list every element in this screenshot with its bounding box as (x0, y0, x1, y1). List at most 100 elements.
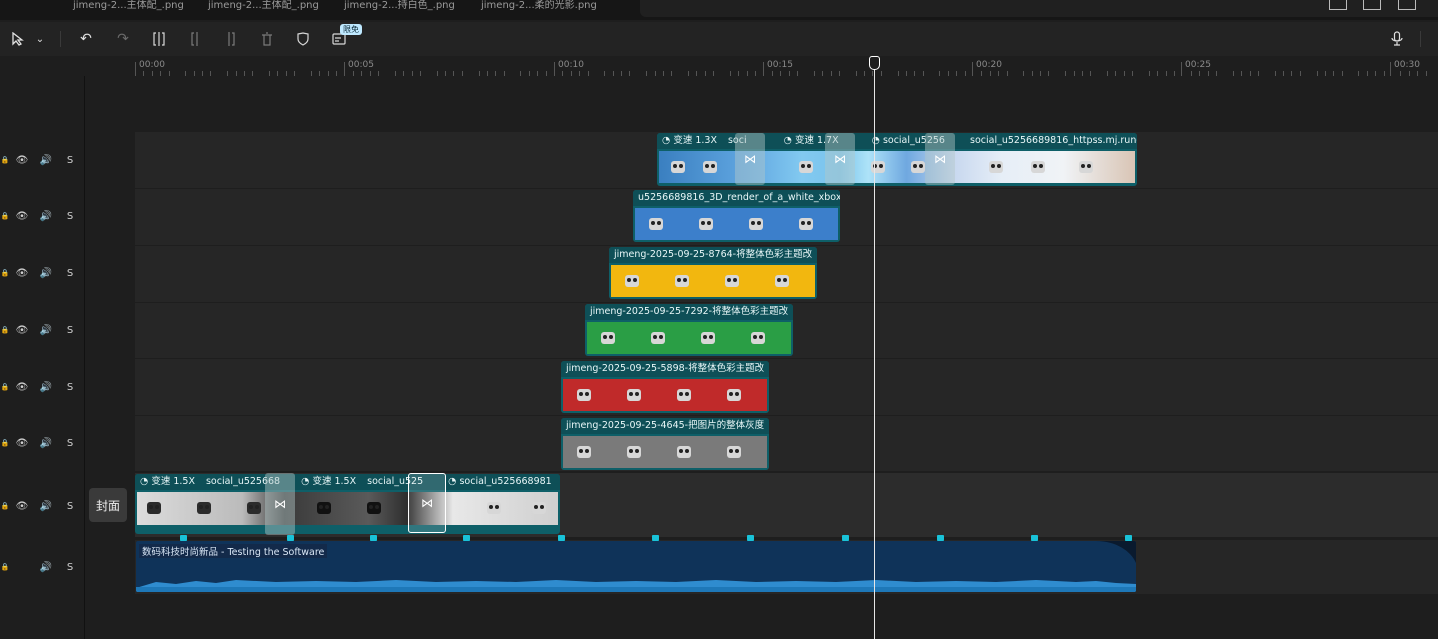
eye-icon[interactable]: 👁 (10, 155, 34, 166)
trim-right-icon[interactable] (222, 30, 240, 48)
shield-icon[interactable] (294, 30, 312, 48)
video-clip[interactable]: jimeng-2025-09-25-8764-将整体色彩主题改 (609, 247, 817, 299)
controller-thumb (703, 161, 717, 173)
screenshot-icon[interactable] (1363, 0, 1381, 10)
clip-thumbnails (611, 265, 815, 297)
transition-marker[interactable]: ⋈ (265, 473, 295, 535)
audio-icon[interactable]: 🔊 (34, 562, 58, 573)
trim-left-icon[interactable] (186, 30, 204, 48)
redo-icon[interactable]: ↷ (114, 30, 132, 48)
video-clip[interactable]: u5256689816_3D_render_of_a_white_xbox_ (633, 190, 840, 242)
solo-icon[interactable]: S (58, 438, 82, 449)
audio-icon[interactable]: 🔊 (34, 211, 58, 222)
audio-icon[interactable]: 🔊 (34, 501, 58, 512)
ratio-icon[interactable] (1329, 0, 1347, 10)
lock-icon[interactable]: 🔒 (0, 502, 10, 510)
controller-thumb (247, 502, 261, 514)
solo-icon[interactable]: S (58, 382, 82, 393)
video-clip[interactable]: jimeng-2025-09-25-7292-将整体色彩主题改 (585, 304, 793, 356)
cursor-icon[interactable] (9, 30, 27, 48)
lock-icon[interactable]: 🔒 (0, 383, 10, 391)
microphone-icon[interactable] (1388, 30, 1406, 48)
solo-icon[interactable]: S (58, 211, 82, 222)
clip-thumbnails (587, 322, 791, 354)
ruler-minor-tick (168, 71, 170, 76)
transition-marker[interactable]: ⋈ (925, 133, 955, 185)
selected-transition-marker[interactable]: ⋈ (408, 473, 446, 533)
ruler-minor-tick (277, 71, 279, 76)
controller-thumb (577, 446, 591, 458)
lock-icon[interactable]: 🔒 (0, 269, 10, 277)
track-controls: 🔒 👁 🔊 S (0, 150, 84, 170)
ruler-minor-tick (336, 71, 338, 76)
ruler-minor-tick (235, 71, 237, 76)
video-clip[interactable]: ◔ 变速 1.3X soci ◔ 变速 1.7X ◔ social_u5256 … (657, 133, 1137, 186)
eye-icon[interactable]: 👁 (10, 382, 34, 393)
media-tab[interactable]: jimeng-2...持白色_.png (344, 0, 455, 11)
split-icon[interactable] (150, 30, 168, 48)
ruler-minor-tick (788, 71, 790, 76)
cover-button[interactable]: 封面 (89, 488, 127, 522)
lock-icon[interactable]: 🔒 (0, 439, 10, 447)
ruler-label: 00:30 (1394, 60, 1420, 70)
ruler-minor-tick (202, 71, 204, 76)
ruler-minor-tick (1257, 71, 1259, 76)
undo-icon[interactable]: ↶ (77, 30, 95, 48)
ruler-minor-tick (419, 71, 421, 76)
fullscreen-icon[interactable] (1398, 0, 1416, 10)
media-strip: jimeng-2...主体配_.png jimeng-2...主体配_.png … (0, 0, 1438, 20)
lock-icon[interactable]: 🔒 (0, 563, 10, 571)
eye-icon[interactable]: 👁 (10, 325, 34, 336)
media-tab[interactable]: jimeng-2...主体配_.png (73, 0, 184, 11)
video-clip[interactable]: jimeng-2025-09-25-5898-将整体色彩主题改 (561, 361, 769, 413)
audio-icon[interactable]: 🔊 (34, 438, 58, 449)
ruler-minor-tick (1174, 71, 1176, 76)
controller-thumb (1031, 161, 1045, 173)
video-clip[interactable]: jimeng-2025-09-25-4645-把图片的整体灰度 (561, 418, 769, 470)
delete-icon[interactable] (258, 30, 276, 48)
main-video-clip[interactable]: ◔ 变速 1.5X social_u525668 ◔ 变速 1.5X socia… (135, 474, 560, 534)
ruler-minor-tick (612, 71, 614, 76)
transition-marker[interactable]: ⋈ (825, 133, 855, 185)
clip-thumbnails (137, 492, 558, 525)
ruler-minor-tick (1274, 71, 1276, 76)
ruler-minor-tick (1249, 71, 1251, 76)
eye-icon[interactable]: 👁 (10, 211, 34, 222)
solo-icon[interactable]: S (58, 325, 82, 336)
lock-icon[interactable]: 🔒 (0, 156, 10, 164)
audio-icon[interactable]: 🔊 (34, 155, 58, 166)
ruler-minor-tick (285, 71, 287, 76)
audio-clip[interactable]: 数码科技时尚新品 - Testing the Software (136, 541, 1136, 592)
ruler-minor-tick (897, 71, 899, 76)
ruler-minor-tick (855, 71, 857, 76)
audio-icon[interactable]: 🔊 (34, 268, 58, 279)
ruler-minor-tick (604, 71, 606, 76)
eye-icon[interactable]: 👁 (10, 268, 34, 279)
media-tab[interactable]: jimeng-2...主体配_.png (208, 0, 319, 11)
chevron-down-icon[interactable]: ⌄ (31, 30, 49, 48)
playhead-handle[interactable] (869, 56, 880, 70)
fade-out-handle[interactable] (1096, 541, 1136, 563)
solo-icon[interactable]: S (58, 268, 82, 279)
transition-marker[interactable]: ⋈ (735, 133, 765, 185)
solo-icon[interactable]: S (58, 501, 82, 512)
media-tab[interactable]: jimeng-2...柔的光影.png (481, 0, 597, 11)
audio-icon[interactable]: 🔊 (34, 325, 58, 336)
ruler-minor-tick (1006, 71, 1008, 76)
ruler-minor-tick (1031, 71, 1033, 76)
playhead[interactable] (874, 58, 875, 639)
ruler-minor-tick (1157, 71, 1159, 76)
ruler-minor-tick (495, 71, 497, 76)
time-ruler[interactable]: 00:00 00:05 00:10 00:15 00:20 00:25 00:3… (135, 56, 1438, 76)
ruler-minor-tick (1165, 71, 1167, 76)
clip-label: jimeng-2025-09-25-5898-将整体色彩主题改 (561, 361, 769, 377)
audio-icon[interactable]: 🔊 (34, 382, 58, 393)
solo-icon[interactable]: S (58, 155, 82, 166)
lock-icon[interactable]: 🔒 (0, 212, 10, 220)
ruler-minor-tick (327, 71, 329, 76)
eye-icon[interactable]: 👁 (10, 501, 34, 512)
lock-icon[interactable]: 🔒 (0, 326, 10, 334)
track-row (135, 416, 1438, 471)
solo-icon[interactable]: S (58, 562, 82, 573)
eye-icon[interactable]: 👁 (10, 438, 34, 449)
